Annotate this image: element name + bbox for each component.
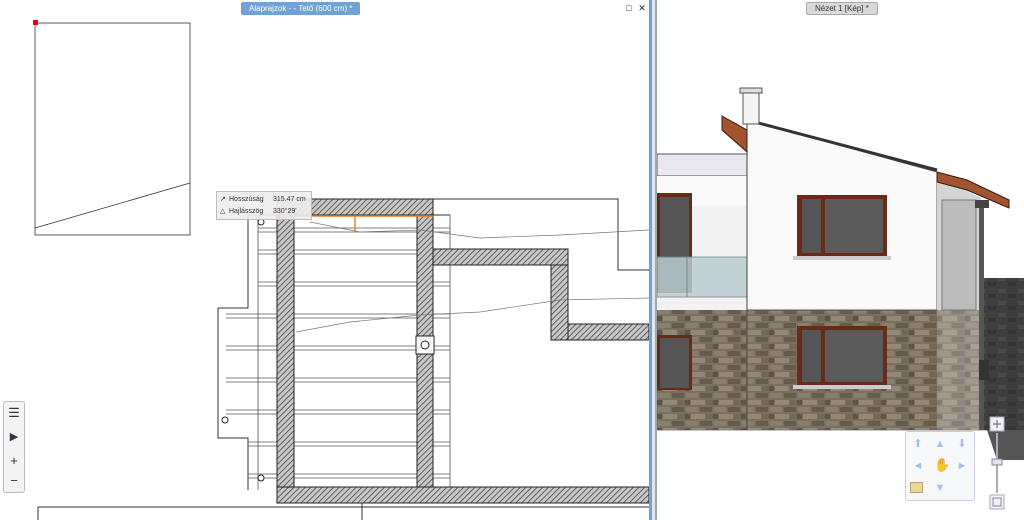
angle-value: 330°29'	[273, 208, 297, 215]
angle-label: Hajlásszög	[229, 208, 264, 215]
up-left-arrow-icon[interactable]: ⬆	[912, 438, 924, 450]
zoom-slider[interactable]	[988, 415, 1006, 515]
play-icon[interactable]: ▶	[4, 428, 24, 446]
zoom-slider-graphic	[989, 416, 1005, 510]
zoom-out-icon[interactable]: −	[4, 472, 24, 490]
angle-row: △ Hajlásszög 330°29'	[220, 206, 297, 217]
angle-icon: △	[220, 208, 226, 215]
navigation-pad: ⬆ ▲ ⬇ ◄ ✋ ► ▼	[905, 431, 975, 501]
down-arrow-icon[interactable]: ⬇	[956, 438, 968, 450]
zoom-in-icon[interactable]: +	[4, 452, 24, 470]
right-arrow-icon[interactable]: ►	[956, 460, 968, 472]
view-side-toolbar: ☰ ▶ + −	[3, 401, 25, 493]
floor-plan-viewport[interactable]: Alaprajzok - - Tető (600 cm) * □ ✕ ↗ Hoss…	[0, 0, 652, 520]
length-row: ↗ Hosszúság 315.47 cm	[220, 194, 306, 205]
close-icon[interactable]: ✕	[637, 3, 647, 13]
maximize-icon[interactable]: □	[624, 3, 634, 13]
layer-icon[interactable]	[910, 482, 923, 493]
length-label: Hosszúság	[229, 196, 264, 203]
up-arrow-icon[interactable]: ▲	[934, 438, 946, 450]
length-icon: ↗	[220, 196, 226, 203]
left-arrow-icon[interactable]: ◄	[912, 460, 924, 472]
section-sheet-preview	[33, 20, 191, 236]
length-value: 315.47 cm	[273, 196, 306, 203]
floor-plan-drawing	[33, 20, 649, 520]
measurement-tooltip: ↗ Hosszúság 315.47 cm △ Hajlásszög 330°29'	[216, 191, 312, 220]
elevation-view-tab[interactable]: Nézet 1 [Kép] *	[806, 2, 878, 15]
pan-hand-icon[interactable]: ✋	[934, 458, 950, 471]
down-arrow-icon[interactable]: ▼	[934, 482, 946, 494]
list-icon[interactable]: ☰	[4, 404, 24, 422]
floor-plan-tab[interactable]: Alaprajzok - - Tető (600 cm) *	[241, 2, 361, 15]
